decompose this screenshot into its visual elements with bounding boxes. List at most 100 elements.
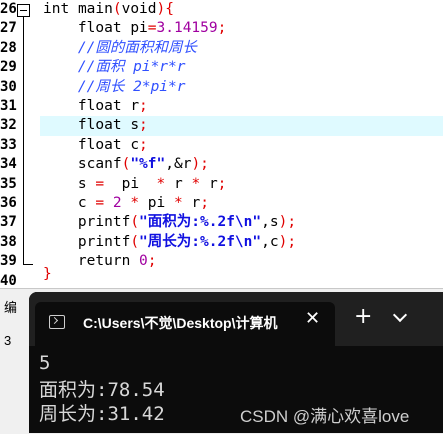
line-number: 37 xyxy=(0,214,17,231)
operator: * xyxy=(191,175,201,192)
semicolon: ; xyxy=(287,214,297,231)
string-literal: 面积为: xyxy=(147,214,201,231)
string-quote: " xyxy=(139,233,148,250)
code-line[interactable]: //周长 2*pi*r xyxy=(43,78,443,97)
code-line[interactable]: float c; xyxy=(43,136,443,155)
terminal-titlebar[interactable]: C:\Users\不觉\Desktop\计算机 ✕ + xyxy=(29,292,443,346)
comment: //圆的面积和周长 xyxy=(77,39,197,56)
paren: ( xyxy=(130,233,140,250)
code-line[interactable]: //圆的面积和周长 xyxy=(43,39,443,58)
identifier: r xyxy=(174,175,183,192)
semicolon: ; xyxy=(139,117,148,134)
current-code-line[interactable]: float s; xyxy=(40,116,443,136)
identifier: pi xyxy=(130,20,148,37)
arguments: ,c xyxy=(261,233,279,250)
paren: ( xyxy=(130,214,140,231)
fold-guide-end xyxy=(23,264,33,265)
line-number: 35 xyxy=(0,175,17,192)
chevron-down-icon[interactable] xyxy=(392,307,408,323)
operator: = xyxy=(95,175,105,192)
number-literal: 2 xyxy=(112,195,122,211)
operator: * xyxy=(130,195,140,211)
keyword: float xyxy=(77,117,122,134)
arguments: ,s xyxy=(261,214,279,231)
function-call: scanf xyxy=(77,156,122,173)
identifier: r xyxy=(130,98,140,114)
identifier: c xyxy=(77,195,87,211)
code-line[interactable]: s = pi * r * r; xyxy=(43,175,443,194)
identifier: r xyxy=(191,195,201,211)
operator: = xyxy=(95,195,105,211)
terminal-tab[interactable]: C:\Users\不觉\Desktop\计算机 ✕ xyxy=(35,302,335,346)
function-call: printf xyxy=(77,214,131,231)
line-number: 34 xyxy=(0,156,17,173)
output-line: 面积为:78.54 xyxy=(39,379,165,401)
string-quote: " xyxy=(139,214,148,231)
function-call: printf xyxy=(77,233,131,250)
semicolon: ; xyxy=(200,156,209,173)
paren: ) xyxy=(191,156,201,173)
semicolon: ; xyxy=(287,233,297,250)
code-line[interactable]: printf("面积为:%.2f\n",s); xyxy=(43,213,443,232)
output-line: 5 xyxy=(39,352,51,374)
keyword: void xyxy=(121,1,157,17)
string-literal: "%f" xyxy=(130,156,166,173)
line-number: 36 xyxy=(0,195,17,211)
semicolon: ; xyxy=(217,175,227,192)
code-line[interactable]: c = 2 * pi * r; xyxy=(43,194,443,213)
code-line[interactable]: } xyxy=(43,265,443,284)
collapse-block-icon[interactable] xyxy=(17,4,30,17)
semicolon: ; xyxy=(200,195,209,211)
string-literal: %.2f\n" xyxy=(200,214,262,231)
paren: ( xyxy=(121,156,131,173)
comment: //周长 2*pi*r xyxy=(77,78,186,95)
terminal-icon xyxy=(49,315,65,329)
identifier: s xyxy=(130,117,140,134)
code-line[interactable]: printf("周长为:%.2f\n",c); xyxy=(43,233,443,252)
keyword: float xyxy=(77,136,122,153)
semicolon: ; xyxy=(217,20,227,37)
line-number: 38 xyxy=(0,233,17,250)
arguments: ,&r xyxy=(165,156,192,173)
line-number: 31 xyxy=(0,98,17,114)
identifier: pi xyxy=(147,195,166,211)
number-literal: 3.14159 xyxy=(156,20,218,37)
keyword: float xyxy=(77,98,122,114)
code-line[interactable]: float pi=3.14159; xyxy=(43,19,443,38)
string-literal: %.2f\n" xyxy=(200,233,262,250)
identifier: r xyxy=(208,175,218,192)
line-number: 27 xyxy=(0,20,17,37)
semicolon: ; xyxy=(139,136,148,153)
line-number: 28 xyxy=(0,39,17,56)
operator: * xyxy=(174,195,183,211)
keyword: float xyxy=(77,20,122,37)
new-tab-button[interactable]: + xyxy=(354,306,372,328)
fold-guide-line xyxy=(23,17,24,264)
code-line[interactable]: float r; xyxy=(43,97,443,116)
code-line[interactable]: scanf("%f",&r); xyxy=(43,155,443,174)
string-literal: 周长为: xyxy=(147,233,201,250)
brace: } xyxy=(43,265,52,282)
code-editor[interactable]: 26 27 28 29 30 31 32 33 34 35 36 37 38 3… xyxy=(0,0,443,290)
line-number: 33 xyxy=(0,136,17,153)
paren: ) xyxy=(156,1,166,17)
function-name: main xyxy=(77,1,113,17)
code-line[interactable]: //面积 pi*r*r xyxy=(43,58,443,77)
panel-status-text: 3 xyxy=(4,333,12,348)
comment: //面积 pi*r*r xyxy=(77,59,186,76)
line-number: 29 xyxy=(0,59,17,76)
operator: * xyxy=(156,175,166,192)
identifier: pi xyxy=(121,175,140,192)
code-line[interactable]: int main(void){ xyxy=(43,0,443,19)
line-number: 32 xyxy=(0,117,17,134)
paren: ( xyxy=(112,1,122,17)
output-line: 周长为:31.42 xyxy=(39,403,165,425)
brace: { xyxy=(165,1,174,17)
close-tab-button[interactable]: ✕ xyxy=(305,308,320,329)
panel-tab-label[interactable]: 编 xyxy=(4,297,17,316)
keyword: int xyxy=(43,1,70,17)
identifier: s xyxy=(77,175,87,192)
line-number: 39 xyxy=(0,253,17,270)
identifier: c xyxy=(130,136,140,153)
watermark: CSDN @满心欢喜love xyxy=(240,407,410,426)
